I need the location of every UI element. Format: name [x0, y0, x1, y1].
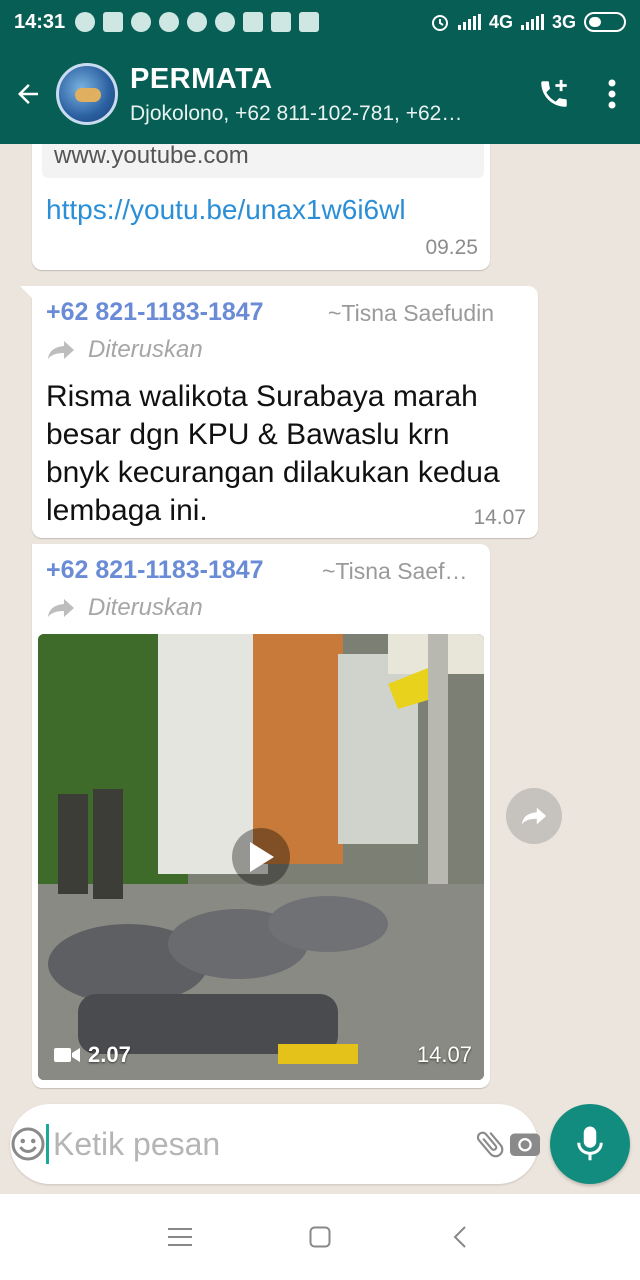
- attach-icon[interactable]: [473, 1127, 507, 1161]
- facebook-icon: [103, 12, 124, 32]
- signal-icon: [520, 14, 544, 30]
- link-preview-domain: www.youtube.com: [54, 144, 249, 169]
- messenger-icon: [131, 12, 152, 32]
- play-icon: [250, 842, 274, 872]
- battery-icon: [584, 12, 626, 32]
- message-bubble[interactable]: +62 821-1183-1847 ~Tisna Saefudin Diteru…: [20, 286, 538, 538]
- blocked-icon: [159, 12, 180, 32]
- share-arrow-icon: [521, 807, 547, 825]
- video-duration-text: 2.07: [88, 1042, 131, 1067]
- status-bar: 14:31 4G 3G: [0, 0, 640, 44]
- camera-icon[interactable]: [507, 1126, 543, 1162]
- link-preview[interactable]: www.youtube.com: [42, 144, 484, 178]
- sender-name: ~Tisna Saef…: [322, 558, 468, 584]
- sender-name: ~Tisna Saefudin: [328, 300, 495, 326]
- message-time: 09.25: [425, 236, 478, 259]
- video-thumbnail[interactable]: 2.07 14.07: [38, 634, 484, 1080]
- sender-phone[interactable]: +62 821-1183-1847: [46, 298, 264, 327]
- blocked-icon: [187, 12, 208, 32]
- video-duration: 2.07: [54, 1042, 131, 1068]
- notification-app-icon: [75, 12, 96, 32]
- back-chevron-icon: [453, 1226, 466, 1248]
- blocked-icon: [215, 12, 236, 32]
- network-type-2: 3G: [551, 11, 576, 32]
- back-nav-button[interactable]: [440, 1217, 480, 1257]
- forward-icon: [48, 341, 74, 359]
- menu-nav-button[interactable]: [160, 1217, 200, 1257]
- system-nav-bar: [0, 1194, 640, 1280]
- chat-header: PERMATA Djokolono, +62 811-102-781, +62…: [0, 44, 640, 144]
- voice-message-button[interactable]: [550, 1104, 630, 1184]
- message-link[interactable]: https://youtu.be/unax1w6i6wl: [46, 194, 406, 226]
- message-bubble[interactable]: +62 821-1183-1847 ~Tisna Saef… Diteruska…: [32, 544, 490, 1088]
- network-type-1: 4G: [488, 11, 513, 32]
- chat-info[interactable]: PERMATA Djokolono, +62 811-102-781, +62…: [130, 63, 524, 126]
- menu-icon: [168, 1228, 192, 1246]
- signal-icon: [457, 14, 481, 30]
- chat-subtitle: Djokolono, +62 811-102-781, +62…: [130, 101, 463, 125]
- news-icon: [299, 12, 320, 32]
- play-store-icon: [243, 12, 264, 32]
- emoji-icon[interactable]: [10, 1126, 46, 1162]
- forward-share-button[interactable]: [506, 788, 562, 844]
- alarm-icon: [431, 15, 448, 31]
- message-input[interactable]: [46, 1124, 473, 1164]
- chat-messages[interactable]: www.youtube.com https://youtu.be/unax1w6…: [0, 144, 640, 1194]
- message-composer: [10, 1104, 540, 1184]
- add-call-icon[interactable]: [524, 44, 584, 144]
- forwarded-label: Diteruskan: [88, 594, 203, 621]
- home-square-icon: [309, 1226, 331, 1248]
- status-right: 4G 3G: [430, 12, 626, 33]
- forwarded-label: Diteruskan: [88, 336, 203, 363]
- notification-icons: [75, 12, 320, 32]
- message-time: 14.07: [473, 506, 526, 529]
- chat-title: PERMATA: [130, 62, 273, 95]
- status-time: 14:31: [14, 10, 66, 33]
- video-camera-icon: [54, 1048, 80, 1062]
- message-bubble[interactable]: www.youtube.com https://youtu.be/unax1w6…: [32, 144, 490, 270]
- home-nav-button[interactable]: [300, 1217, 340, 1257]
- forwarded-indicator: Diteruskan: [46, 594, 203, 622]
- play-button[interactable]: [232, 828, 290, 886]
- back-arrow-icon[interactable]: [0, 44, 56, 144]
- sender-phone[interactable]: +62 821-1183-1847: [46, 556, 264, 585]
- message-text: Risma walikota Surabaya marah besar dgn …: [46, 380, 500, 527]
- message-time: 14.07: [416, 1042, 472, 1067]
- photos-icon: [271, 12, 292, 32]
- group-avatar[interactable]: [56, 63, 118, 125]
- forward-icon: [48, 599, 74, 617]
- more-options-icon[interactable]: [584, 44, 640, 144]
- forwarded-indicator: Diteruskan: [46, 336, 203, 364]
- microphone-icon: [577, 1126, 603, 1161]
